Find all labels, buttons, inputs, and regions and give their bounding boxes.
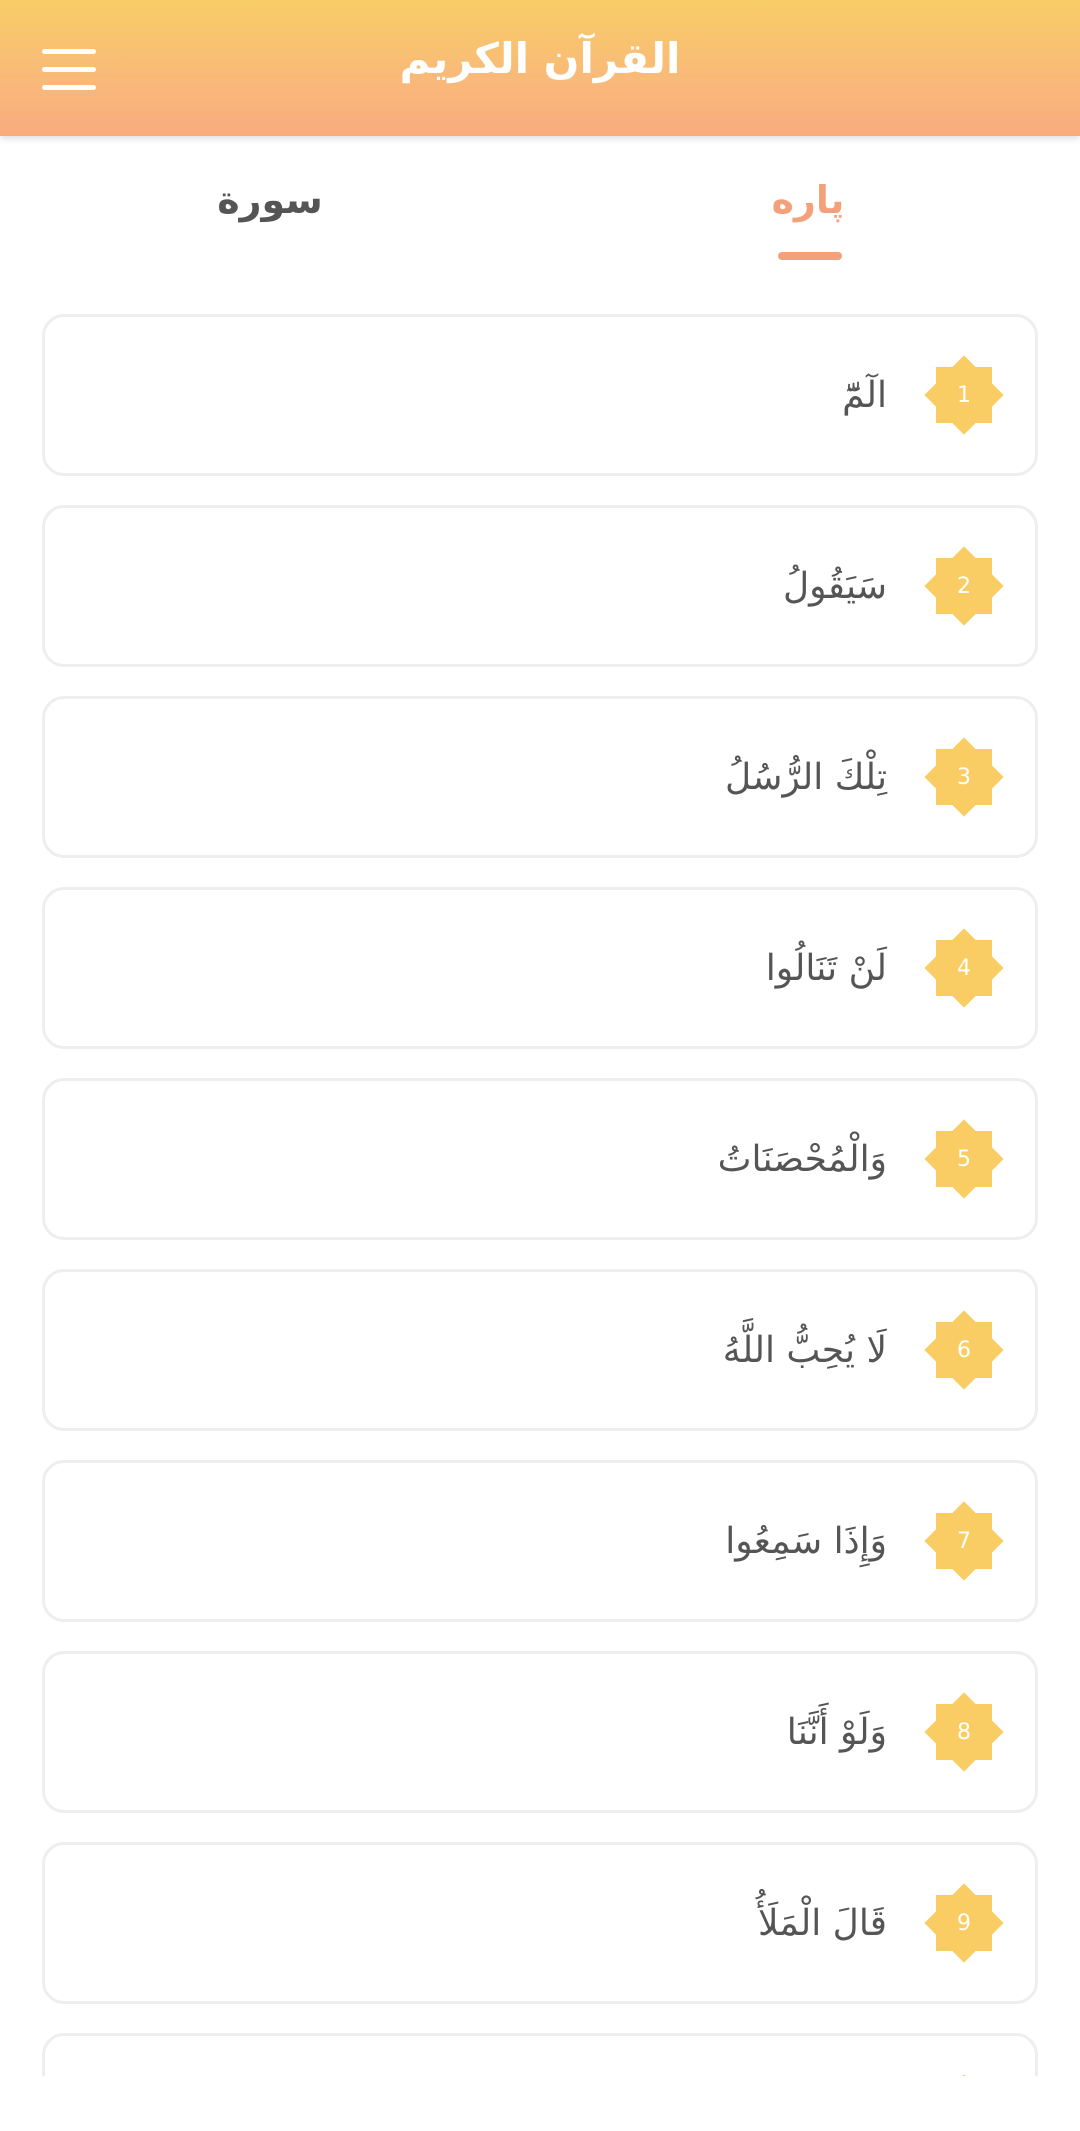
- para-number: 8: [957, 1719, 971, 1745]
- para-name: سَيَقُولُ: [783, 565, 887, 607]
- tab-bar: پاره سورة: [0, 136, 1080, 276]
- para-card[interactable]: 6 لَا يُحِبُّ اللَّهُ: [42, 1269, 1038, 1431]
- para-number-badge: 4: [923, 927, 1005, 1009]
- para-name: قَالَ الْمَلَأُ: [757, 1902, 887, 1944]
- hamburger-menu-icon-line: [42, 84, 96, 90]
- app-title: القرآن الکریم: [399, 34, 681, 83]
- para-number: 7: [957, 1528, 971, 1554]
- para-card[interactable]: 8 وَلَوْ أَنَّنَا: [42, 1651, 1038, 1813]
- para-number-badge: 7: [923, 1500, 1005, 1582]
- para-card[interactable]: 10: [42, 2033, 1038, 2076]
- para-number-badge: 1: [923, 354, 1005, 436]
- para-list[interactable]: 1 الٓمّٓ 2 سَيَقُولُ 3 تِلْكَ الرُّسُلُ: [0, 276, 1080, 2076]
- app-bar: القرآن الکریم: [0, 0, 1080, 136]
- para-number-badge: 9: [923, 1882, 1005, 1964]
- para-name: وَالْمُحْصَنَاتُ: [717, 1138, 887, 1180]
- para-number: 5: [957, 1146, 971, 1172]
- para-card[interactable]: 2 سَيَقُولُ: [42, 505, 1038, 667]
- para-name: وَإِذَا سَمِعُوا: [725, 1520, 887, 1562]
- para-card[interactable]: 5 وَالْمُحْصَنَاتُ: [42, 1078, 1038, 1240]
- tab-surah-label: سورة: [217, 178, 323, 222]
- para-name: الٓمّٓ: [842, 374, 887, 416]
- para-number-badge: 10: [923, 2073, 1005, 2076]
- para-number: 9: [957, 1910, 971, 1936]
- para-card[interactable]: 7 وَإِذَا سَمِعُوا: [42, 1460, 1038, 1622]
- para-number-badge: 6: [923, 1309, 1005, 1391]
- para-number: 10: [923, 2073, 1005, 2076]
- para-card[interactable]: 1 الٓمّٓ: [42, 314, 1038, 476]
- para-card[interactable]: 9 قَالَ الْمَلَأُ: [42, 1842, 1038, 2004]
- para-name: لَنْ تَنَالُوا: [765, 947, 887, 989]
- tab-indicator: [778, 252, 842, 260]
- tab-para-label: پاره: [771, 178, 845, 222]
- para-number: 3: [957, 764, 971, 790]
- para-number-badge: 5: [923, 1118, 1005, 1200]
- para-number-badge: 8: [923, 1691, 1005, 1773]
- para-name: لَا يُحِبُّ اللَّهُ: [722, 1329, 887, 1371]
- para-card[interactable]: 4 لَنْ تَنَالُوا: [42, 887, 1038, 1049]
- para-number: 6: [957, 1337, 971, 1363]
- para-number-badge: 2: [923, 545, 1005, 627]
- para-name: تِلْكَ الرُّسُلُ: [725, 756, 887, 798]
- para-number-badge: 3: [923, 736, 1005, 818]
- para-card[interactable]: 3 تِلْكَ الرُّسُلُ: [42, 696, 1038, 858]
- tab-surah[interactable]: سورة: [0, 136, 540, 276]
- para-number: 2: [957, 573, 971, 599]
- para-number: 1: [957, 382, 971, 408]
- para-number: 4: [957, 955, 971, 981]
- para-name: وَلَوْ أَنَّنَا: [786, 1711, 887, 1753]
